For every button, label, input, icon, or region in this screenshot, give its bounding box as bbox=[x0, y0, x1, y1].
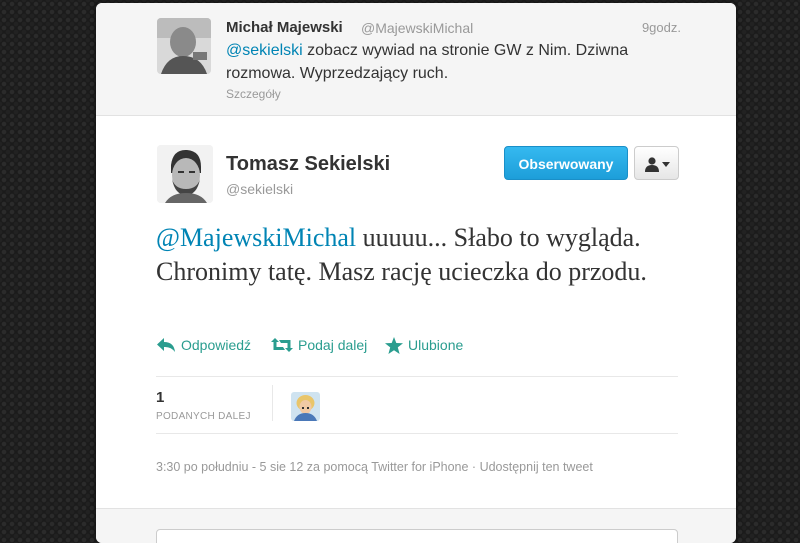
retweet-count[interactable]: 1 bbox=[156, 389, 164, 406]
reply-label: Odpowiedź bbox=[181, 337, 252, 353]
main-author-name[interactable]: Tomasz Sekielski bbox=[226, 153, 390, 176]
stats-separator bbox=[272, 385, 273, 421]
reply-mention-link[interactable]: @sekielski bbox=[226, 42, 303, 59]
retweet-label: Podaj dalej bbox=[298, 337, 368, 353]
caret-down-icon bbox=[662, 162, 670, 167]
user-icon bbox=[645, 157, 659, 172]
divider bbox=[156, 376, 678, 377]
reply-author-name[interactable]: Michał Majewski bbox=[226, 19, 343, 36]
retweet-action[interactable]: Podaj dalej bbox=[271, 333, 367, 357]
michal-avatar[interactable] bbox=[157, 18, 211, 74]
tomasz-avatar[interactable] bbox=[157, 145, 213, 203]
reply-tweet-text: @sekielski zobacz wywiad na stronie GW z… bbox=[226, 39, 666, 85]
following-button[interactable]: Obserwowany bbox=[504, 146, 628, 180]
tweet-metadata[interactable]: 3:30 po południu - 5 sie 12 za pomocą Tw… bbox=[156, 460, 593, 474]
main-tweet-text: @MajewskiMichal uuuuu... Słabo to wygląd… bbox=[156, 221, 696, 289]
retweet-icon bbox=[271, 338, 293, 352]
reply-icon bbox=[157, 338, 175, 352]
reply-box-area bbox=[96, 508, 736, 543]
reply-action[interactable]: Odpowiedź bbox=[156, 333, 251, 357]
retweet-count-label[interactable]: PODANYCH DALEJ bbox=[156, 411, 251, 422]
reply-input[interactable] bbox=[156, 529, 678, 543]
divider bbox=[156, 433, 678, 434]
favorite-label: Ulubione bbox=[408, 337, 464, 353]
reply-timestamp[interactable]: 9godz. bbox=[642, 20, 681, 35]
main-mention-link[interactable]: @MajewskiMichal bbox=[156, 223, 356, 252]
tweet-permalink-panel: Michał Majewski @MajewskiMichal 9godz. @… bbox=[96, 3, 736, 543]
star-icon bbox=[385, 336, 403, 354]
in-reply-to-tweet[interactable]: Michał Majewski @MajewskiMichal 9godz. @… bbox=[96, 3, 736, 116]
reply-author-handle[interactable]: @MajewskiMichal bbox=[361, 20, 473, 36]
favorite-action[interactable]: Ulubione bbox=[385, 333, 463, 357]
main-author-handle[interactable]: @sekielski bbox=[226, 181, 293, 197]
user-actions-dropdown[interactable] bbox=[634, 146, 679, 180]
details-link[interactable]: Szczegóły bbox=[226, 87, 281, 101]
retweeter-avatar[interactable] bbox=[291, 392, 320, 421]
